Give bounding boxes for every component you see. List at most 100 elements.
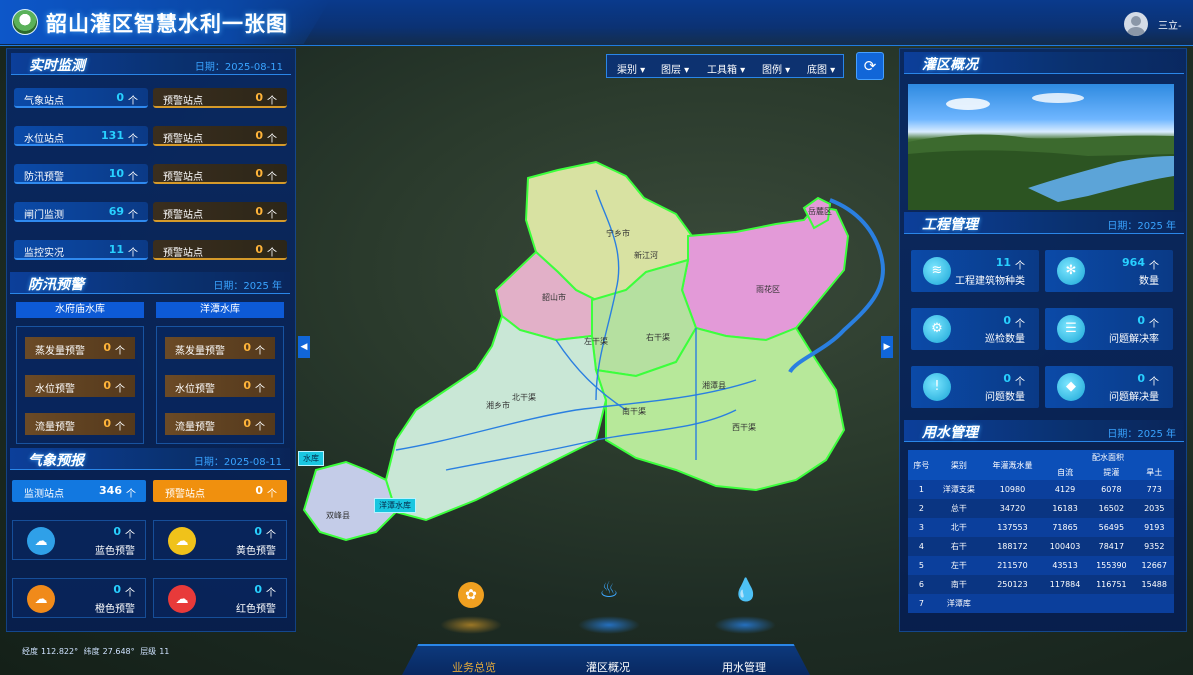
table-row[interactable]: 2 总干 34720 16183 16502 2035: [908, 499, 1174, 518]
weather-warn-stat[interactable]: 预警站点 0 个: [153, 480, 287, 502]
warn-unit: 个: [255, 384, 265, 395]
toolbar-canal-menu[interactable]: 渠别 ▾: [617, 61, 645, 76]
stat-unit: 个: [126, 489, 136, 500]
table-row[interactable]: 1 洋潭支渠 10980 4129 6078 773: [908, 480, 1174, 499]
stat-unit: 个: [128, 134, 138, 145]
evap-warning[interactable]: 蒸发量预警 0 个: [25, 337, 135, 359]
stat-label: 闸门监测: [24, 210, 64, 221]
weather-monitor-stat[interactable]: 监测站点 346 个: [12, 480, 146, 502]
level-label: 层级: [140, 647, 157, 656]
warning-stat[interactable]: 预警站点 0 个: [153, 202, 287, 222]
table-cell: 4: [908, 537, 935, 556]
stat-unit: 个: [128, 172, 138, 183]
table-row[interactable]: 4 右干 188172 100403 78417 9352: [908, 537, 1174, 556]
warning-stat[interactable]: 预警站点 0 个: [153, 126, 287, 146]
engineering-card[interactable]: ⚙ 0 个 巡检数量: [911, 308, 1039, 350]
table-cell: 7: [908, 594, 935, 613]
reservoir-tab-shuifumiao[interactable]: 水府庙水库: [16, 302, 144, 318]
collapse-left-icon[interactable]: ◀: [298, 336, 310, 358]
toolbar-tools-menu[interactable]: 工具箱 ▾: [707, 61, 745, 76]
engineering-card[interactable]: ◆ 0 个 问题解决量: [1045, 366, 1173, 408]
avatar[interactable]: [1124, 12, 1148, 36]
table-cell: 16502: [1088, 499, 1135, 518]
realtime-stat[interactable]: 防汛预警 10 个: [14, 164, 148, 184]
irrigation-map[interactable]: 宁乡市 新江河 岳麓区 雨花区 韶山市 左干渠 右干渠 北干渠 湘乡市 南干渠 …: [296, 140, 896, 550]
weather-alert-card[interactable]: ☁ 0 个 红色预警: [153, 578, 287, 618]
weather-alert-card[interactable]: ☁ 0 个 蓝色预警: [12, 520, 146, 560]
weather-alert-card[interactable]: ☁ 0 个 黄色预警: [153, 520, 287, 560]
collapse-right-icon[interactable]: ▶: [881, 336, 893, 358]
stat-unit: 个: [267, 96, 277, 107]
engineering-card[interactable]: ! 0 个 问题数量: [911, 366, 1039, 408]
level-warning[interactable]: 水位预警 0 个: [165, 375, 275, 397]
cloud-rain-icon: ☁: [168, 585, 196, 613]
engineering-card[interactable]: ✻ 964 个 数量: [1045, 250, 1173, 292]
region-xiangxiang[interactable]: [384, 314, 608, 522]
flow-warning[interactable]: 流量预警 0 个: [165, 413, 275, 435]
warning-stat[interactable]: 预警站点 0 个: [153, 240, 287, 260]
col-annual: 年灌溉水量: [983, 450, 1042, 480]
level-warning[interactable]: 水位预警 0 个: [25, 375, 135, 397]
tab-water-management[interactable]: 用水管理: [722, 659, 766, 675]
nav-water-drop-icon[interactable]: 💧: [714, 572, 776, 634]
card-label: 问题解决量: [1109, 392, 1159, 403]
table-row[interactable]: 7 洋潭库: [908, 594, 1174, 613]
table-row[interactable]: 5 左干 211570 43513 155390 12667: [908, 556, 1174, 575]
stat-label: 监测站点: [24, 489, 64, 500]
realtime-stat[interactable]: 水位站点 131 个: [14, 126, 148, 146]
tab-business-overview[interactable]: 业务总览: [452, 659, 496, 675]
nav-overview-icon[interactable]: ✿: [440, 572, 502, 634]
warning-stat[interactable]: 预警站点 0 个: [153, 88, 287, 108]
warn-value: 0: [243, 417, 251, 430]
page-title: 韶山灌区智慧水利一张图: [46, 12, 288, 36]
realtime-stat[interactable]: 监控实况 11 个: [14, 240, 148, 260]
table-cell: 211570: [983, 556, 1042, 575]
engineering-date: 日期：2025 年: [1107, 221, 1176, 232]
engineering-card[interactable]: ≋ 11 个 工程建筑物种类: [911, 250, 1039, 292]
fan-icon: ✻: [1057, 257, 1085, 285]
table-row[interactable]: 3 北干 137553 71865 56495 9193: [908, 518, 1174, 537]
warn-value: 0: [243, 341, 251, 354]
realtime-stat[interactable]: 气象站点 0 个: [14, 88, 148, 108]
toolbar-legend-menu[interactable]: 图例 ▾: [762, 61, 790, 76]
reservoir-tab-yangtan[interactable]: 洋潭水库: [156, 302, 284, 318]
engineering-card[interactable]: ☰ 0 个 问题解决率: [1045, 308, 1173, 350]
user-menu[interactable]: 三立-: [1158, 17, 1182, 32]
tab-irrigation-overview[interactable]: 灌区概况: [586, 659, 630, 675]
realtime-stat[interactable]: 闸门监测 69 个: [14, 202, 148, 222]
card-label: 数量: [1139, 276, 1159, 287]
toolbar-basemap-menu[interactable]: 底图 ▾: [807, 61, 835, 76]
stat-label: 预警站点: [165, 489, 205, 500]
refresh-icon[interactable]: ⟳: [856, 52, 884, 80]
stat-label: 预警站点: [163, 172, 203, 183]
evap-warning[interactable]: 蒸发量预警 0 个: [165, 337, 275, 359]
table-row[interactable]: 6 南干 250123 117884 116751 15488: [908, 575, 1174, 594]
realtime-header: 实时监测 日期：2025-08-11: [11, 53, 291, 75]
table-cell: 5: [908, 556, 935, 575]
table-cell: 1: [908, 480, 935, 499]
warning-stat[interactable]: 预警站点 0 个: [153, 164, 287, 184]
weather-alert-card[interactable]: ☁ 0 个 橙色预警: [12, 578, 146, 618]
app-logo: [12, 9, 38, 35]
flow-warning[interactable]: 流量预警 0 个: [25, 413, 135, 435]
table-cell: 137553: [983, 518, 1042, 537]
map-toolbar: 渠别 ▾ 图层 ▾ 工具箱 ▾ 图例 ▾ 底图 ▾: [606, 54, 844, 78]
toolbar-layers-menu[interactable]: 图层 ▾: [661, 61, 689, 76]
region-yuhua[interactable]: [680, 204, 850, 342]
overview-photo[interactable]: [908, 84, 1174, 210]
label-ningxiang: 宁乡市: [606, 228, 630, 238]
col-index: 序号: [908, 450, 935, 480]
stat-value: 0: [255, 243, 263, 256]
nav-irrigation-icon[interactable]: ♨: [578, 572, 640, 634]
stat-value: 131: [101, 129, 124, 142]
reservoir-tag-2[interactable]: 洋潭水库: [374, 498, 416, 513]
table-cell: [1088, 594, 1135, 613]
label-xigan: 西干渠: [732, 422, 756, 432]
card-value: 0: [1003, 314, 1011, 327]
level-value: 11: [159, 647, 170, 656]
reservoir-tag-1[interactable]: 水库: [298, 451, 324, 466]
col-lift: 提灌: [1088, 465, 1135, 480]
cloud-rain-icon: ☁: [27, 585, 55, 613]
stat-value: 11: [108, 243, 124, 256]
card-unit: 个: [1015, 261, 1025, 272]
